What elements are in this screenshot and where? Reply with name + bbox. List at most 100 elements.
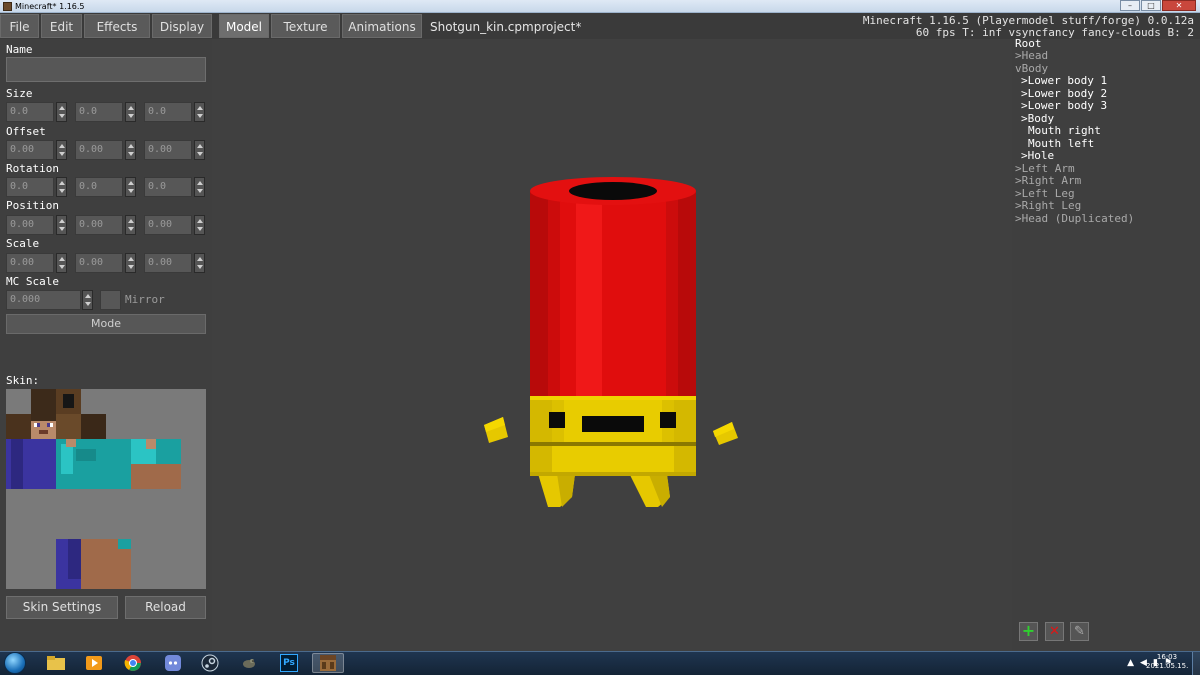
clock-date: 2021.05.15. <box>1146 662 1189 670</box>
gimp-icon <box>243 659 255 668</box>
name-label: Name <box>6 43 33 56</box>
position-y-input[interactable]: 0.00 <box>75 215 123 235</box>
rotation-z-stepper[interactable] <box>194 177 205 197</box>
scale-x-input[interactable]: 0.00 <box>6 253 54 273</box>
size-z-input[interactable]: 0.0 <box>144 102 192 122</box>
scale-y-input[interactable]: 0.00 <box>75 253 123 273</box>
chrome-taskbar-button[interactable] <box>120 653 146 673</box>
position-z-input[interactable]: 0.00 <box>144 215 192 235</box>
position-x-stepper[interactable] <box>56 215 67 235</box>
menu-display[interactable]: Display <box>152 14 212 38</box>
photoshop-icon: Ps <box>280 654 298 672</box>
expand-arrow-icon[interactable]: > <box>1021 149 1028 162</box>
window-title: Minecraft* 1.16.5 <box>15 2 85 11</box>
scale-x-stepper[interactable] <box>56 253 67 273</box>
mode-button[interactable]: Mode <box>6 314 206 334</box>
expand-arrow-icon[interactable]: > <box>1015 199 1022 212</box>
size-y-input[interactable]: 0.0 <box>75 102 123 122</box>
start-button[interactable] <box>4 652 26 674</box>
close-window-button[interactable]: ✕ <box>1162 0 1196 11</box>
media-player-icon <box>86 656 102 670</box>
tree-label: Lower body 3 <box>1027 99 1108 112</box>
minimize-button[interactable]: – <box>1120 0 1140 11</box>
name-input[interactable] <box>6 57 206 82</box>
offset-x-stepper[interactable] <box>56 140 67 160</box>
rotation-z-input[interactable]: 0.0 <box>144 177 192 197</box>
discord-icon <box>165 655 181 671</box>
offset-y-input[interactable]: 0.00 <box>75 140 123 160</box>
size-y-stepper[interactable] <box>125 102 136 122</box>
skin-label: Skin: <box>6 374 40 387</box>
size-x-input[interactable]: 0.0 <box>6 102 54 122</box>
position-y-stepper[interactable] <box>125 215 136 235</box>
position-x-input[interactable]: 0.00 <box>6 215 54 235</box>
scale-label: Scale <box>6 237 40 250</box>
offset-z-input[interactable]: 0.00 <box>144 140 192 160</box>
tree-item-head-duplicated[interactable]: >Head (Duplicated) <box>1015 213 1134 225</box>
tree-item-right-leg[interactable]: >Right Leg <box>1015 200 1081 212</box>
mc-scale-stepper[interactable] <box>82 290 93 310</box>
size-z-stepper[interactable] <box>194 102 205 122</box>
expand-arrow-icon[interactable]: > <box>1015 174 1022 187</box>
offset-x-input[interactable]: 0.00 <box>6 140 54 160</box>
crafting-table-icon <box>320 655 336 671</box>
scale-y-stepper[interactable] <box>125 253 136 273</box>
media-player-taskbar-button[interactable] <box>81 653 107 673</box>
scale-z-stepper[interactable] <box>194 253 205 273</box>
reload-button[interactable]: Reload <box>125 596 206 619</box>
expand-arrow-icon[interactable]: > <box>1021 99 1028 112</box>
scale-z-input[interactable]: 0.00 <box>144 253 192 273</box>
debug-info: Minecraft 1.16.5 (Playermodel stuff/forg… <box>863 15 1194 39</box>
3d-viewport[interactable] <box>212 39 1012 651</box>
steam-taskbar-button[interactable] <box>197 653 223 673</box>
mc-scale-input[interactable]: 0.000 <box>6 290 81 310</box>
window-controls: – □ ✕ <box>1119 0 1196 11</box>
discord-taskbar-button[interactable] <box>160 653 186 673</box>
tree-item-hole[interactable]: >Hole <box>1021 150 1054 162</box>
tree-label: Mouth right <box>1028 124 1101 137</box>
offset-z-stepper[interactable] <box>194 140 205 160</box>
add-part-button[interactable]: + <box>1019 622 1038 641</box>
mirror-checkbox[interactable] <box>100 290 121 310</box>
expand-arrow-icon[interactable]: > <box>1021 112 1028 125</box>
tree-item-lower-body-3[interactable]: >Lower body 3 <box>1021 100 1107 112</box>
pencil-icon: ✎ <box>1074 624 1085 639</box>
maximize-button[interactable]: □ <box>1141 0 1161 11</box>
expand-arrow-icon[interactable]: > <box>1015 212 1022 225</box>
system-clock[interactable]: 16:03 2021.05.15. <box>1146 653 1188 671</box>
tab-texture[interactable]: Texture <box>271 14 340 38</box>
skin-settings-button[interactable]: Skin Settings <box>6 596 118 619</box>
tab-model[interactable]: Model <box>219 14 269 38</box>
tree-item-right-arm[interactable]: >Right Arm <box>1015 175 1081 187</box>
skin-texture-preview[interactable] <box>6 389 206 589</box>
right-eye <box>660 412 676 428</box>
show-desktop-button[interactable] <box>1192 652 1200 675</box>
delete-part-button[interactable]: ✕ <box>1045 622 1064 641</box>
gimp-taskbar-button[interactable] <box>236 653 262 673</box>
offset-y-stepper[interactable] <box>125 140 136 160</box>
edit-part-button[interactable]: ✎ <box>1070 622 1089 641</box>
delete-icon: ✕ <box>1049 624 1060 639</box>
photoshop-taskbar-button[interactable]: Ps <box>276 653 302 673</box>
menu-edit[interactable]: Edit <box>41 14 82 38</box>
tree-item-head[interactable]: >Head <box>1015 50 1048 62</box>
expand-arrow-icon[interactable]: > <box>1021 74 1028 87</box>
show-hidden-icons-icon[interactable]: ▲ <box>1127 652 1134 674</box>
tree-item-mouth-right[interactable]: Mouth right <box>1028 125 1101 137</box>
size-x-stepper[interactable] <box>56 102 67 122</box>
tab-animations[interactable]: Animations <box>342 14 422 38</box>
rotation-x-input[interactable]: 0.0 <box>6 177 54 197</box>
position-z-stepper[interactable] <box>194 215 205 235</box>
app-root: Minecraft* 1.16.5 – □ ✕ File Edit Effect… <box>0 0 1200 675</box>
rotation-x-stepper[interactable] <box>56 177 67 197</box>
mouth <box>582 416 644 432</box>
rotation-y-input[interactable]: 0.0 <box>75 177 123 197</box>
minecraft-taskbar-button[interactable] <box>312 653 344 673</box>
tree-item-lower-body-1[interactable]: >Lower body 1 <box>1021 75 1107 87</box>
file-explorer-taskbar-button[interactable] <box>43 653 69 673</box>
menu-file[interactable]: File <box>0 14 39 38</box>
minecraft-app-icon <box>3 2 12 11</box>
rotation-y-stepper[interactable] <box>125 177 136 197</box>
menu-effects[interactable]: Effects <box>84 14 150 38</box>
expand-arrow-icon[interactable]: > <box>1015 49 1022 62</box>
